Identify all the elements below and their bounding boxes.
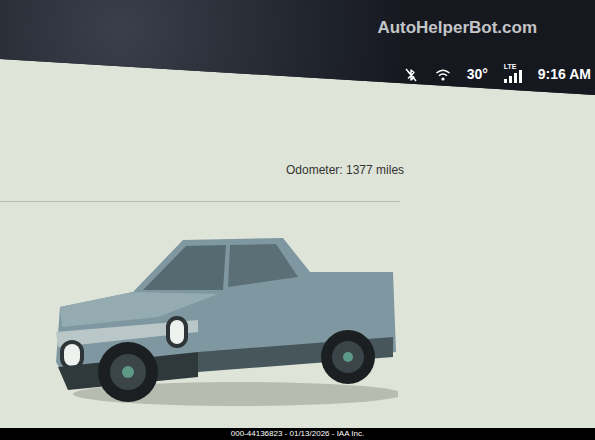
signal-bar	[509, 76, 512, 83]
temperature: 30°	[467, 66, 488, 83]
footer-caption: 000-44136823 - 01/13/2026 - IAA Inc.	[231, 430, 364, 438]
status-header: AutoHelperBot.com 30° LTE 9:16 AM	[0, 0, 595, 95]
watermark-row: AutoHelperBot.com	[0, 0, 595, 38]
network-type: LTE	[504, 63, 517, 70]
bluetooth-off-icon[interactable]	[403, 67, 419, 83]
signal-fill	[504, 70, 522, 83]
truck-illustration	[48, 232, 398, 410]
footer-strip: 000-44136823 - 01/13/2026 - IAA Inc.	[0, 428, 595, 440]
signal-bar	[514, 73, 517, 83]
divider-line	[0, 201, 400, 202]
vehicle-panel: Odometer: 1377 miles	[0, 95, 595, 428]
watermark: AutoHelperBot.com	[377, 0, 595, 38]
network-indicator: LTE	[504, 63, 522, 83]
wifi-icon[interactable]	[435, 67, 451, 83]
status-bar: 30° LTE 9:16 AM	[0, 63, 595, 95]
signal-track	[504, 70, 522, 83]
signal-bar	[519, 70, 522, 83]
vehicle-screen: AutoHelperBot.com 30° LTE 9:16 AM Odometer: …	[0, 0, 595, 440]
odometer: Odometer: 1377 miles	[0, 95, 595, 179]
clock: 9:16 AM	[538, 66, 591, 83]
signal-bar	[504, 79, 507, 83]
